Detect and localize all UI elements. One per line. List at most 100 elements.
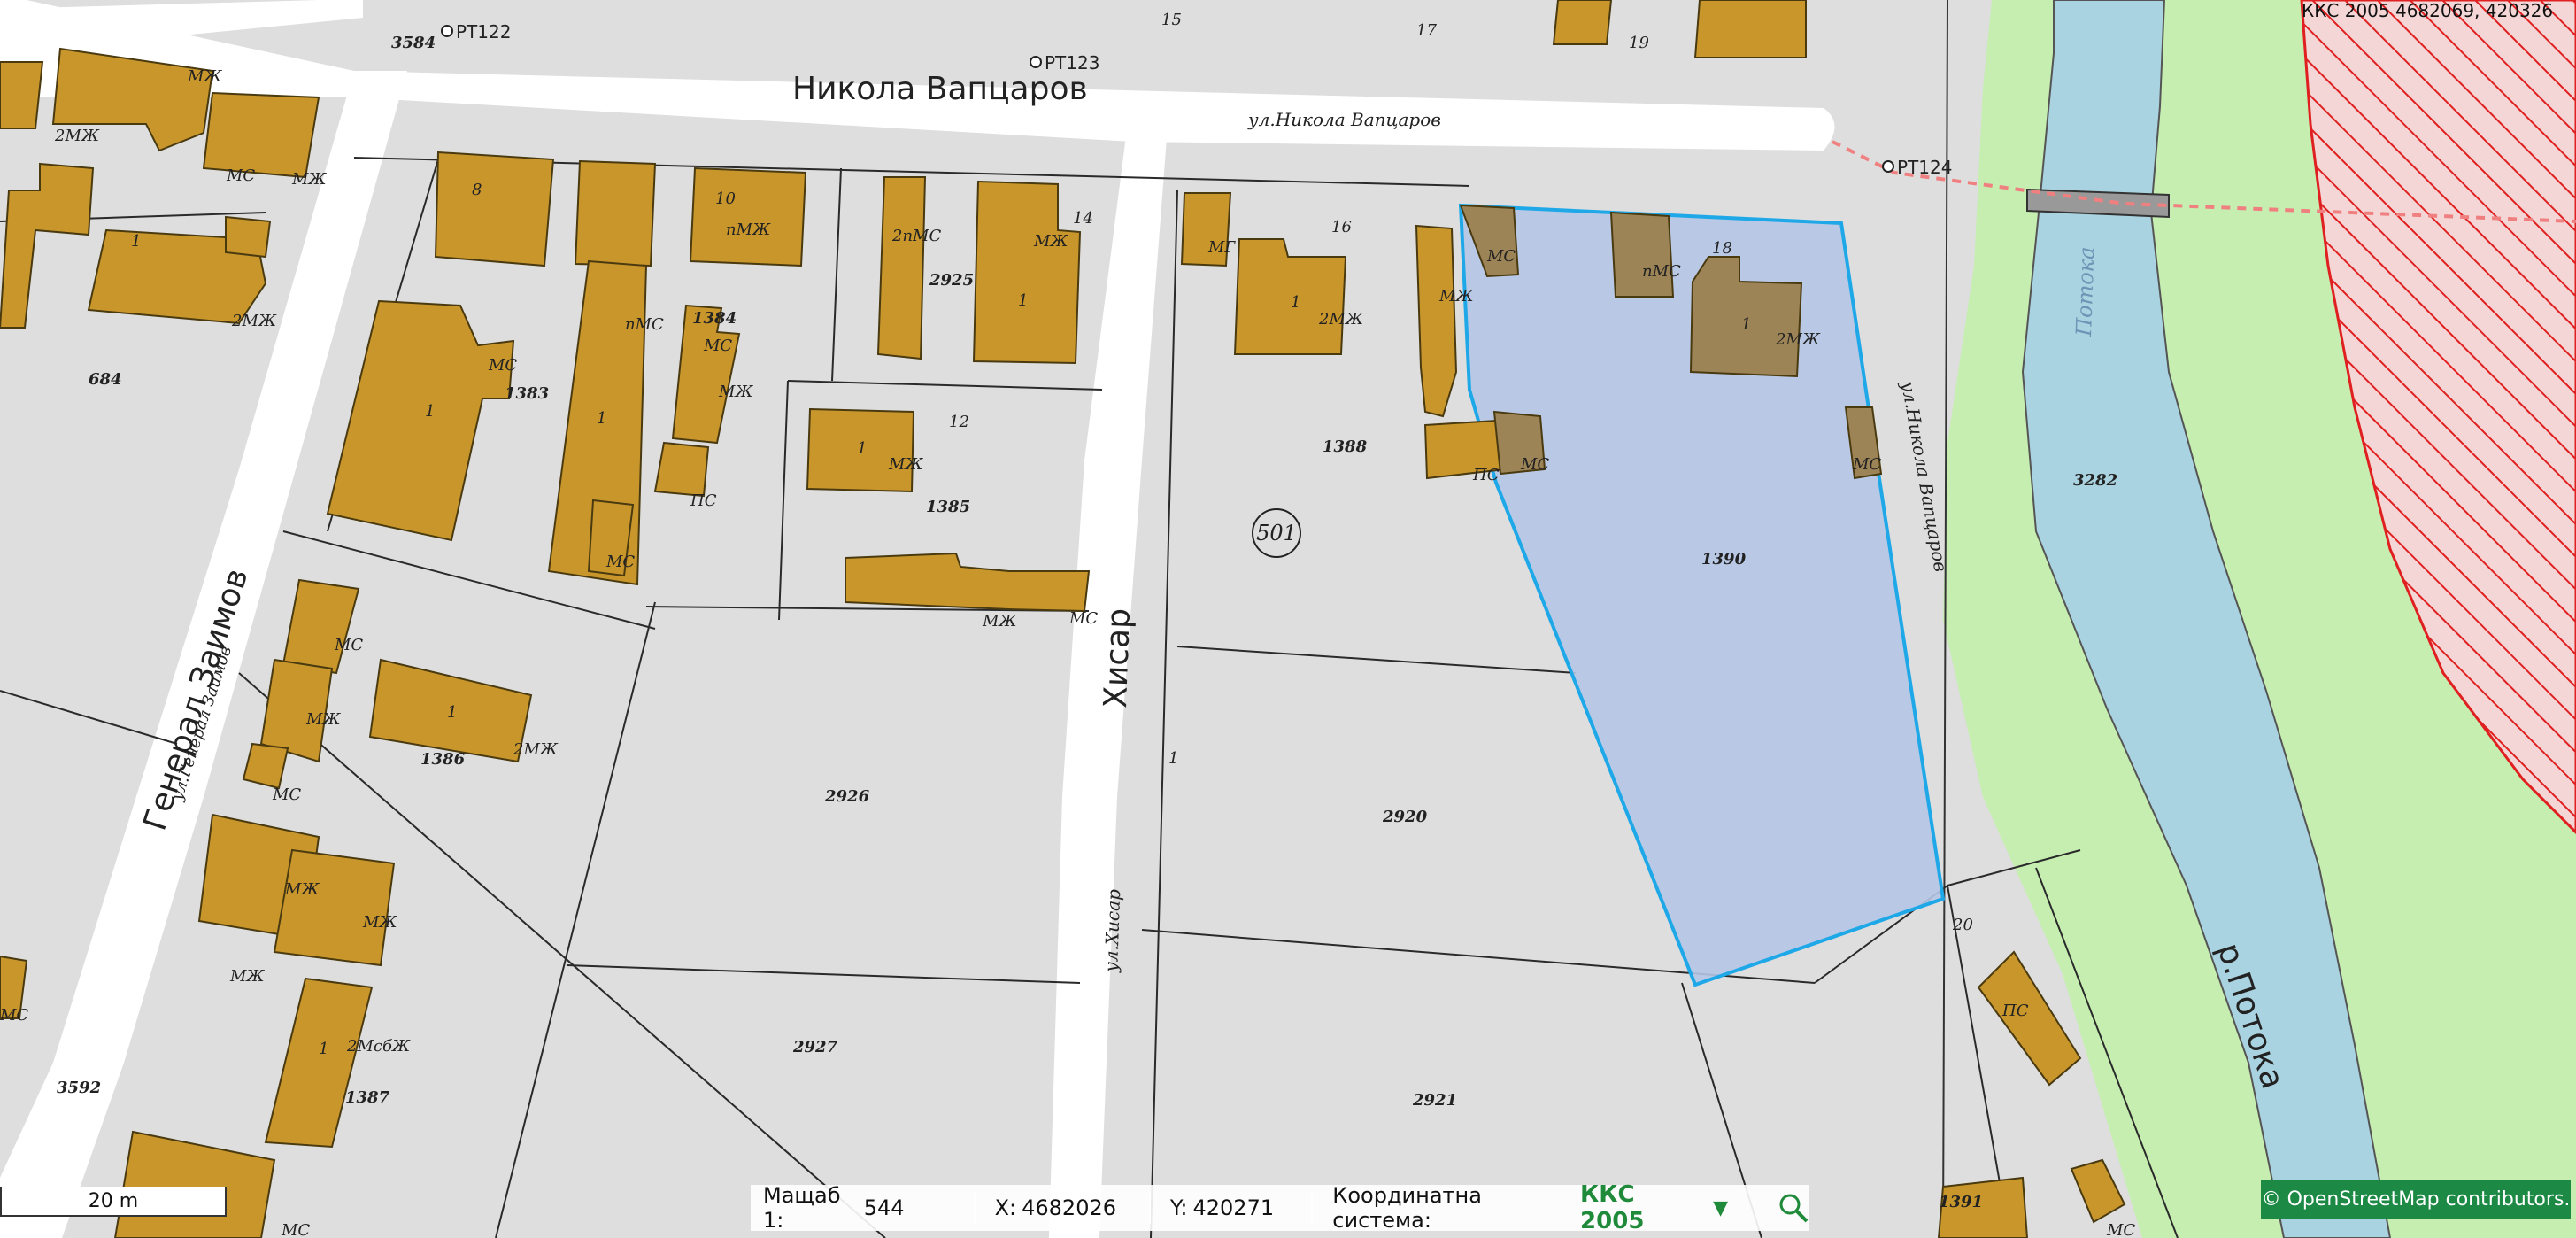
svg-text:nМС: nМС	[1642, 262, 1681, 281]
svg-text:МЖ: МЖ	[1438, 287, 1474, 306]
separator	[1149, 1192, 1151, 1224]
svg-text:МЖ: МЖ	[718, 383, 753, 401]
svg-text:nМС: nМС	[625, 315, 664, 334]
cadastral-map[interactable]: Никола Вапцаров ул.Никола Вапцаров ул.Ни…	[0, 0, 2576, 1238]
svg-text:МЖ: МЖ	[362, 913, 397, 932]
status-bar: Мащаб 1: X: Y: Координатна система: ККС …	[751, 1181, 1809, 1234]
svg-text:nМЖ: nМЖ	[726, 221, 771, 239]
crs-select[interactable]: ККС 2005	[1580, 1181, 1695, 1234]
svg-text:ПС: ПС	[1472, 466, 1500, 484]
street-label-hisar: Хисар	[1098, 607, 1138, 708]
parcel-number: 1386	[420, 750, 466, 769]
magnifier-icon[interactable]	[1778, 1192, 1809, 1224]
svg-text:МЖ: МЖ	[284, 880, 320, 899]
svg-text:18: 18	[1712, 239, 1732, 258]
svg-text:МС: МС	[272, 785, 301, 804]
svg-text:2МЖ: 2МЖ	[231, 312, 277, 330]
svg-text:14: 14	[1073, 209, 1093, 228]
y-label: Y:	[1169, 1195, 1188, 1220]
svg-text:МС: МС	[0, 1006, 28, 1025]
svg-text:19: 19	[1629, 34, 1649, 52]
svg-text:ПС: ПС	[2001, 1002, 2029, 1020]
svg-text:16: 16	[1331, 218, 1352, 236]
svg-text:МС: МС	[1068, 609, 1098, 628]
street-label-nikola-vaptsarov-ul: ул.Никола Вапцаров	[1247, 109, 1441, 130]
svg-text:1: 1	[1168, 749, 1178, 768]
svg-text:МС: МС	[703, 337, 732, 355]
parcel-number: 2926	[824, 787, 870, 806]
svg-text:1: 1	[425, 402, 435, 421]
svg-text:МС: МС	[488, 356, 517, 375]
parcel-number: 2921	[1412, 1091, 1457, 1110]
parcel-number: 2925	[929, 271, 974, 290]
svg-text:2МЖ: 2МЖ	[513, 740, 559, 759]
parcel-number: 1390	[1701, 550, 1747, 569]
x-coordinate-input[interactable]	[1016, 1195, 1143, 1220]
top-coordinates: ККС 2005 4682069, 420326	[2302, 0, 2554, 21]
parcel-number: 684	[89, 370, 122, 389]
y-coordinate-input[interactable]	[1187, 1195, 1305, 1220]
svg-text:17: 17	[1416, 21, 1437, 40]
parcel-number: 1391	[1939, 1193, 1983, 1211]
triangle-down-icon[interactable]: ▼	[1713, 1197, 1728, 1219]
svg-text:МС: МС	[1520, 455, 1549, 474]
svg-text:2МЖ: 2МЖ	[1775, 330, 1821, 349]
svg-text:1: 1	[1291, 293, 1300, 312]
svg-text:1: 1	[131, 232, 141, 251]
x-label: X:	[994, 1195, 1017, 1220]
svg-text:МЖ: МЖ	[305, 710, 341, 729]
svg-text:2МЖ: 2МЖ	[1318, 310, 1364, 329]
svg-text:1: 1	[857, 439, 867, 458]
svg-text:501: 501	[1256, 521, 1297, 545]
scale-bar: 20 m	[0, 1187, 227, 1217]
svg-text:1: 1	[597, 409, 606, 428]
svg-text:МС: МС	[1852, 455, 1881, 474]
parcel-number: 1385	[926, 498, 970, 516]
svg-text:1: 1	[1741, 315, 1751, 334]
svg-text:ПС: ПС	[690, 491, 717, 510]
svg-text:МС: МС	[2106, 1221, 2135, 1238]
svg-text:PT123: PT123	[1045, 52, 1099, 74]
svg-text:2МсбЖ: 2МсбЖ	[346, 1037, 411, 1056]
svg-text:МС: МС	[334, 636, 363, 654]
svg-text:МС: МС	[1486, 247, 1516, 266]
river-label: Потока	[2071, 246, 2100, 337]
svg-text:МЖ: МЖ	[291, 170, 327, 189]
parcel-number: 1388	[1323, 437, 1368, 456]
svg-text:МС: МС	[281, 1221, 310, 1238]
svg-text:15: 15	[1161, 11, 1182, 29]
svg-text:МЖ: МЖ	[982, 612, 1017, 631]
svg-text:МЖ: МЖ	[187, 67, 222, 86]
svg-text:20: 20	[1952, 916, 1973, 934]
svg-text:1: 1	[319, 1040, 328, 1058]
street-label-hisar-ul: ул.Хисар	[1100, 888, 1124, 973]
svg-text:МЖ: МЖ	[888, 455, 923, 474]
separator	[1311, 1192, 1314, 1224]
svg-text:МС: МС	[226, 166, 255, 185]
svg-text:МС: МС	[605, 553, 635, 571]
parcel-number: 2920	[1382, 808, 1428, 826]
parcel-number: 1383	[505, 384, 549, 403]
svg-text:МЖ: МЖ	[229, 967, 265, 986]
street-label-nikola-vaptsarov: Никола Вапцаров	[792, 71, 1088, 107]
svg-text:PT122: PT122	[456, 21, 511, 43]
svg-text:PT124: PT124	[1897, 157, 1952, 178]
crs-label: Координатна система:	[1332, 1183, 1482, 1233]
parcel-number: 1387	[345, 1088, 390, 1107]
svg-text:2nМС: 2nМС	[891, 227, 941, 245]
parcel-number: 3282	[2073, 471, 2117, 490]
osm-attribution[interactable]: © OpenStreetMap contributors.	[2261, 1180, 2571, 1219]
svg-text:12: 12	[949, 413, 969, 431]
svg-text:2МЖ: 2МЖ	[54, 127, 100, 145]
svg-text:8: 8	[472, 181, 482, 199]
parcel-number: 3592	[57, 1079, 101, 1097]
svg-text:МГ: МГ	[1207, 238, 1236, 257]
scale-input[interactable]	[858, 1195, 967, 1220]
parcel-number: 1384	[692, 309, 737, 328]
svg-text:10: 10	[715, 190, 736, 208]
svg-text:1: 1	[447, 703, 457, 722]
parcel-number: 2927	[792, 1038, 838, 1056]
svg-text:МЖ: МЖ	[1033, 232, 1068, 251]
parcel-number: 3584	[391, 34, 436, 52]
scale-label: Мащаб 1:	[763, 1183, 841, 1233]
